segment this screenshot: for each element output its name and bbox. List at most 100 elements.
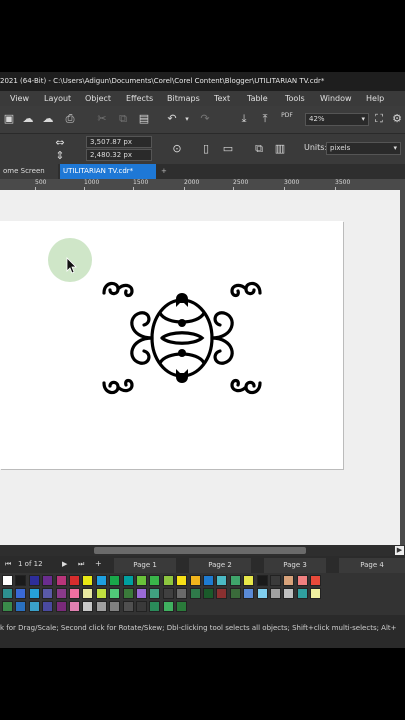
color-swatch[interactable] — [176, 575, 188, 586]
save-icon[interactable]: ▣ — [2, 112, 16, 126]
color-swatch[interactable] — [270, 575, 281, 586]
color-swatch[interactable] — [109, 601, 121, 612]
color-swatch[interactable] — [122, 588, 134, 599]
color-swatch[interactable] — [216, 575, 228, 586]
color-swatch[interactable] — [69, 575, 80, 586]
color-swatch[interactable] — [136, 601, 147, 612]
color-swatch[interactable] — [136, 588, 147, 599]
color-swatch[interactable] — [136, 575, 147, 586]
color-swatch[interactable] — [256, 575, 268, 586]
color-swatch[interactable] — [189, 575, 201, 586]
copy-icon[interactable]: ⧉ — [116, 112, 130, 126]
undo-dropdown-icon[interactable]: ▾ — [180, 112, 194, 126]
color-swatch[interactable] — [95, 575, 107, 586]
print-icon[interactable]: ⎙ — [63, 112, 77, 126]
color-swatch[interactable] — [15, 575, 27, 586]
import-icon[interactable]: ⤓ — [237, 112, 251, 126]
color-swatch[interactable] — [149, 575, 161, 586]
color-swatch[interactable] — [28, 588, 40, 599]
color-swatch[interactable] — [243, 575, 255, 586]
menu-window[interactable]: Window — [320, 91, 352, 106]
ornament-artwork[interactable] — [100, 273, 264, 403]
cloud-download-icon[interactable]: ☁ — [41, 112, 55, 126]
width-field[interactable]: 3,507.87 px — [86, 136, 152, 148]
color-swatch[interactable] — [109, 588, 121, 599]
color-swatch[interactable] — [256, 588, 268, 599]
first-page-icon[interactable]: ⏮ — [5, 560, 11, 569]
color-swatch[interactable] — [149, 588, 161, 599]
color-swatch[interactable] — [2, 588, 13, 599]
document-page[interactable] — [0, 221, 343, 469]
add-page-button[interactable]: + — [95, 559, 102, 568]
color-swatch[interactable] — [55, 588, 67, 599]
color-swatch[interactable] — [149, 601, 161, 612]
landscape-icon[interactable]: ▭ — [221, 142, 235, 156]
color-swatch[interactable] — [176, 588, 188, 599]
redo-icon[interactable]: ↷ — [198, 112, 212, 126]
color-swatch[interactable] — [203, 575, 214, 586]
color-swatch[interactable] — [122, 601, 134, 612]
color-swatch[interactable] — [82, 575, 94, 586]
page-tab-3[interactable]: Page 3 — [264, 558, 326, 573]
color-swatch[interactable] — [189, 588, 201, 599]
menu-effects[interactable]: Effects — [126, 91, 153, 106]
color-swatch[interactable] — [42, 588, 54, 599]
color-swatch[interactable] — [82, 588, 94, 599]
color-swatch[interactable] — [162, 588, 174, 599]
color-swatch[interactable] — [283, 588, 295, 599]
color-swatch[interactable] — [283, 575, 295, 586]
undo-icon[interactable]: ↶ — [165, 112, 179, 126]
tab-welcome-screen[interactable]: ome Screen — [0, 164, 58, 179]
color-swatch[interactable] — [216, 588, 228, 599]
menu-view[interactable]: View — [10, 91, 29, 106]
color-swatch[interactable] — [95, 588, 107, 599]
color-swatch[interactable] — [15, 601, 27, 612]
next-page-icon[interactable]: ▶ — [62, 560, 67, 568]
color-swatch[interactable] — [42, 575, 54, 586]
color-swatch[interactable] — [162, 601, 174, 612]
color-swatch[interactable] — [310, 588, 322, 599]
color-swatch[interactable] — [69, 588, 80, 599]
scroll-thumb[interactable] — [94, 547, 306, 554]
height-field[interactable]: 2,480.32 px — [86, 149, 152, 161]
color-swatch[interactable] — [2, 575, 13, 586]
new-tab-button[interactable]: + — [158, 164, 172, 179]
color-swatch[interactable] — [296, 575, 308, 586]
color-swatch[interactable] — [176, 601, 188, 612]
cut-icon[interactable]: ✂ — [95, 112, 109, 126]
color-swatch[interactable] — [42, 601, 54, 612]
color-swatch[interactable] — [82, 601, 94, 612]
color-swatch[interactable] — [270, 588, 281, 599]
export-icon[interactable]: ⤒ — [258, 112, 272, 126]
color-swatch[interactable] — [15, 588, 27, 599]
zoom-select[interactable]: 42% ▾ — [305, 113, 369, 126]
color-swatch[interactable] — [109, 575, 121, 586]
color-swatch[interactable] — [28, 601, 40, 612]
color-swatch[interactable] — [229, 575, 241, 586]
full-screen-icon[interactable]: ⛶ — [372, 112, 386, 126]
menu-bitmaps[interactable]: Bitmaps — [167, 91, 200, 106]
menu-help[interactable]: Help — [366, 91, 384, 106]
color-swatch[interactable] — [296, 588, 308, 599]
publish-pdf-icon[interactable]: PDF — [280, 112, 294, 126]
color-swatch[interactable] — [55, 575, 67, 586]
page-tab-1[interactable]: Page 1 — [114, 558, 176, 573]
units-select[interactable]: pixels ▾ — [326, 142, 401, 155]
options-icon[interactable]: ⚙ — [390, 112, 404, 126]
paste-icon[interactable]: ▤ — [137, 112, 151, 126]
color-swatch[interactable] — [55, 601, 67, 612]
color-swatch[interactable] — [310, 575, 322, 586]
page-tab-2[interactable]: Page 2 — [189, 558, 251, 573]
current-page-icon[interactable]: ▥ — [273, 142, 287, 156]
vertical-ruler[interactable] — [400, 190, 405, 545]
cloud-upload-icon[interactable]: ☁ — [21, 112, 35, 126]
menu-object[interactable]: Object — [85, 91, 111, 106]
color-swatch[interactable] — [95, 601, 107, 612]
all-pages-icon[interactable]: ⧉ — [252, 142, 266, 156]
color-swatch[interactable] — [69, 601, 80, 612]
scroll-right-icon[interactable]: ▶ — [395, 546, 404, 555]
color-swatch[interactable] — [162, 575, 174, 586]
tab-utilitarian-tv[interactable]: UTILITARIAN TV.cdr* — [60, 164, 156, 179]
menu-table[interactable]: Table — [247, 91, 268, 106]
page-tab-4[interactable]: Page 4 — [339, 558, 405, 573]
